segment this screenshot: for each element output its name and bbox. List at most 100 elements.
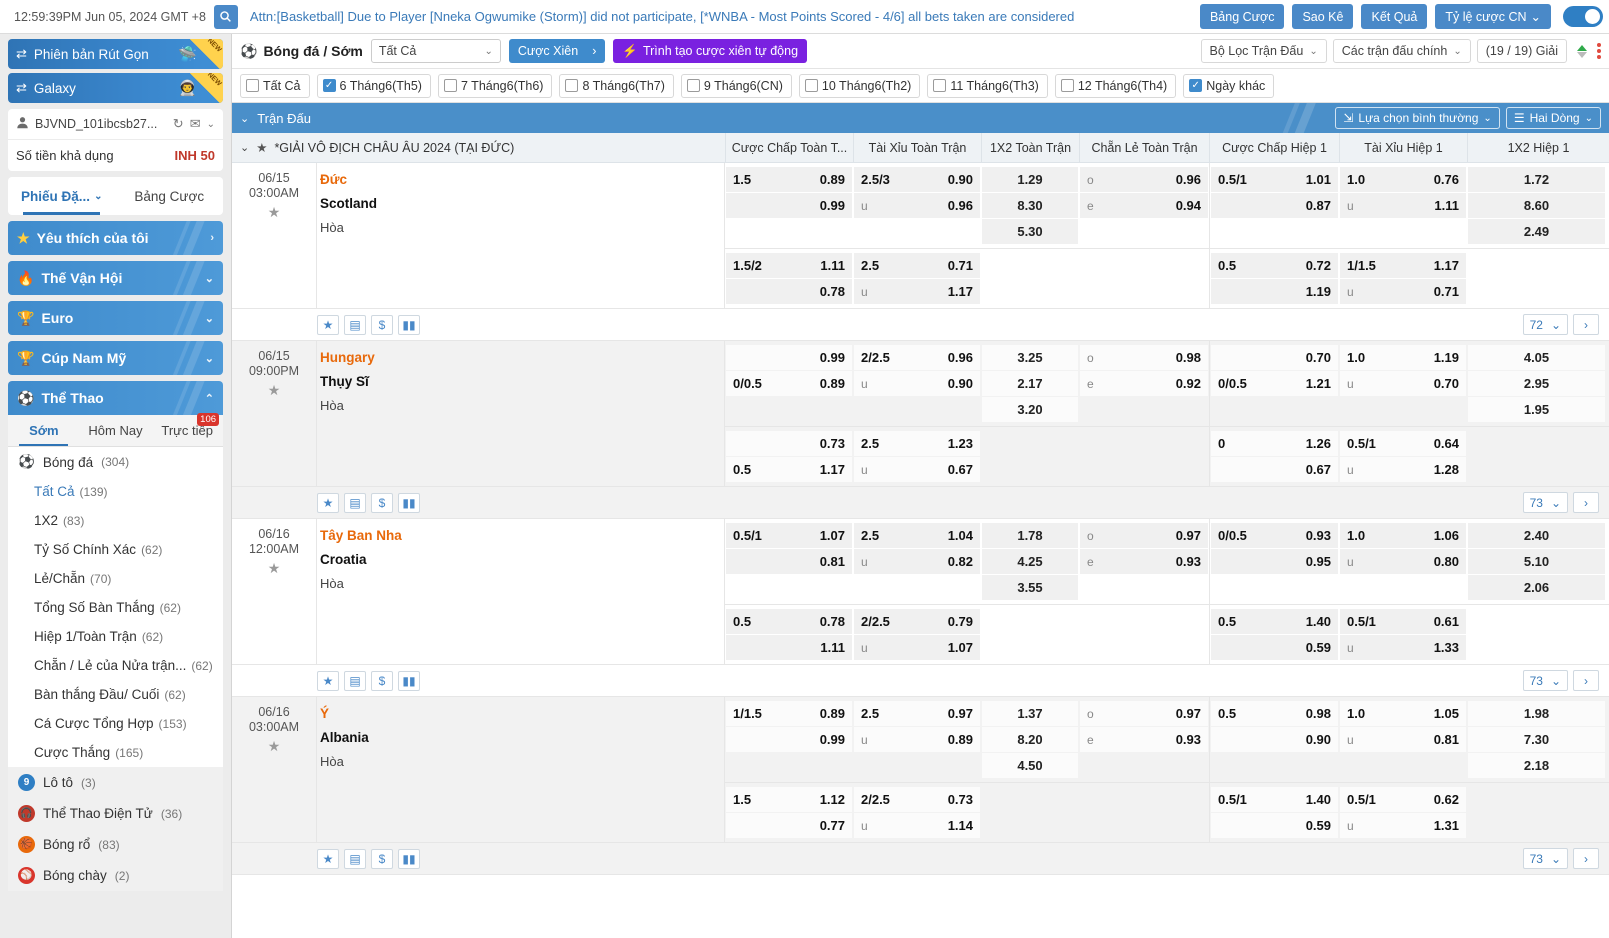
- onextwo-h1-cell[interactable]: 2.18: [1468, 753, 1605, 778]
- page-size-select[interactable]: 73 ⌄: [1522, 848, 1568, 869]
- mail-icon[interactable]: ✉: [190, 116, 201, 132]
- star-icon[interactable]: ★: [317, 670, 339, 691]
- sidebar-item-market-first-last-goal[interactable]: Bàn thắng Đầu/ Cuối (62): [8, 680, 223, 709]
- overunder-ft-cell[interactable]: 2.5 1.04: [854, 523, 980, 548]
- chevron-down-icon[interactable]: ⌄: [207, 119, 215, 130]
- sidebar-item-copa[interactable]: 🏆 Cúp Nam Mỹ ⌄: [8, 341, 223, 375]
- announcement-ticker[interactable]: Attn:[Basketball] Due to Player [Nneka O…: [246, 9, 1192, 24]
- tab-early[interactable]: Sớm: [8, 415, 80, 446]
- away-team[interactable]: Scotland: [320, 196, 724, 211]
- oddeven-ft-cell[interactable]: o 0.96: [1080, 167, 1208, 192]
- sidebar-item-football[interactable]: ⚽ Bóng đá (304): [8, 447, 223, 477]
- overunder-h1-cell[interactable]: 1.0 1.19: [1340, 345, 1466, 370]
- onextwo-h1-cell[interactable]: 2.49: [1468, 219, 1605, 244]
- star-icon[interactable]: ★: [268, 382, 281, 399]
- handicap-h1-alt-cell[interactable]: 0 1.26: [1211, 431, 1338, 456]
- onextwo-h1-cell[interactable]: 8.60: [1468, 193, 1605, 218]
- overunder-h1-alt-cell[interactable]: 0.5/1 0.61: [1340, 609, 1466, 634]
- overunder-h1-alt-cell[interactable]: 0.5/1 0.62: [1340, 787, 1466, 812]
- theme-toggle[interactable]: [1563, 6, 1603, 27]
- sidebar-item-market-outright[interactable]: Cược Thắng (165): [8, 738, 223, 767]
- promo-lite-version[interactable]: ⇄ Phiên bản Rút Gọn 🛸 NEW: [8, 39, 223, 69]
- handicap-h1-alt-cell[interactable]: 0.59: [1211, 635, 1338, 660]
- stack-icon[interactable]: ▤: [344, 670, 366, 691]
- draw-label[interactable]: Hòa: [320, 398, 724, 413]
- tab-today[interactable]: Hôm Nay: [80, 415, 152, 446]
- sidebar-item-market-all[interactable]: Tất Cả (139): [8, 477, 223, 506]
- handicap-ft-alt-cell[interactable]: 0.78: [726, 279, 852, 304]
- sidebar-item-market-odd-even[interactable]: Lẻ/Chẵn (70): [8, 564, 223, 593]
- star-icon[interactable]: ★: [317, 314, 339, 335]
- overunder-h1-alt-cell[interactable]: u 1.31: [1340, 813, 1466, 838]
- statement-button[interactable]: Sao Kê: [1292, 4, 1354, 29]
- handicap-ft-cell[interactable]: 0.5/1 1.07: [726, 523, 852, 548]
- handicap-h1-alt-cell[interactable]: 0.5 1.40: [1211, 609, 1338, 634]
- handicap-ft-alt-cell[interactable]: 1.11: [726, 635, 852, 660]
- home-team[interactable]: Đức: [320, 172, 724, 187]
- away-team[interactable]: Thụy Sĩ: [320, 374, 724, 389]
- bar-chart-icon[interactable]: ▮▮: [398, 670, 420, 691]
- overunder-ft-cell[interactable]: 2.5 0.97: [854, 701, 980, 726]
- oddeven-ft-cell[interactable]: e 0.94: [1080, 193, 1208, 218]
- handicap-h1-cell[interactable]: 0.87: [1211, 193, 1338, 218]
- home-team[interactable]: Tây Ban Nha: [320, 528, 724, 543]
- handicap-h1-cell[interactable]: 0.5/1 1.01: [1211, 167, 1338, 192]
- overunder-h1-cell[interactable]: u 0.81: [1340, 727, 1466, 752]
- date-chip-jun11[interactable]: 11 Tháng6(Th3): [927, 73, 1048, 98]
- oddeven-ft-cell[interactable]: o 0.98: [1080, 345, 1208, 370]
- checkbox[interactable]: [686, 79, 700, 92]
- main-matches-button[interactable]: Các trận đấu chính ⌄: [1332, 39, 1471, 63]
- date-chip-jun12[interactable]: 12 Tháng6(Th4): [1054, 73, 1177, 98]
- checkbox[interactable]: ✓: [322, 79, 336, 92]
- onextwo-ft-cell[interactable]: 5.30: [982, 219, 1078, 244]
- dollar-icon[interactable]: $: [371, 848, 393, 869]
- bar-chart-icon[interactable]: ▮▮: [398, 492, 420, 513]
- handicap-ft-cell[interactable]: 0.81: [726, 549, 852, 574]
- sidebar-item-lotto[interactable]: 9 Lô tô (3): [8, 767, 223, 798]
- onextwo-ft-cell[interactable]: 4.50: [982, 753, 1078, 778]
- overunder-h1-cell[interactable]: 1.0 1.05: [1340, 701, 1466, 726]
- tab-bet-list[interactable]: Bảng Cược: [116, 177, 224, 215]
- handicap-ft-alt-cell[interactable]: 0.77: [726, 813, 852, 838]
- checkbox[interactable]: [1060, 79, 1074, 92]
- overunder-h1-alt-cell[interactable]: u 1.33: [1340, 635, 1466, 660]
- overunder-ft-cell[interactable]: u 0.82: [854, 549, 980, 574]
- bar-chart-icon[interactable]: ▮▮: [398, 314, 420, 335]
- handicap-ft-cell[interactable]: 0.99: [726, 345, 852, 370]
- star-icon[interactable]: ★: [256, 140, 267, 155]
- sidebar-item-olympics[interactable]: 🔥 Thế Vận Hội ⌄: [8, 261, 223, 295]
- home-team[interactable]: Ý: [320, 706, 724, 721]
- overunder-ft-cell[interactable]: u 0.90: [854, 371, 980, 396]
- page-size-select[interactable]: 73 ⌄: [1522, 492, 1568, 513]
- handicap-h1-alt-cell[interactable]: 0.5 0.72: [1211, 253, 1338, 278]
- overunder-h1-cell[interactable]: u 0.70: [1340, 371, 1466, 396]
- handicap-ft-cell[interactable]: 0.99: [726, 193, 852, 218]
- collapse-icon[interactable]: ⌄: [240, 112, 249, 125]
- oddeven-ft-cell[interactable]: e 0.93: [1080, 727, 1208, 752]
- handicap-h1-alt-cell[interactable]: 0.5/1 1.40: [1211, 787, 1338, 812]
- date-chip-jun9[interactable]: 9 Tháng6(CN): [680, 73, 792, 98]
- overunder-h1-cell[interactable]: u 1.11: [1340, 193, 1466, 218]
- page-size-select[interactable]: 72 ⌄: [1522, 314, 1568, 335]
- handicap-h1-alt-cell[interactable]: 1.19: [1211, 279, 1338, 304]
- overunder-h1-alt-cell[interactable]: 0.5/1 0.64: [1340, 431, 1466, 456]
- overunder-h1-alt-cell[interactable]: u 1.28: [1340, 457, 1466, 482]
- overunder-ft-alt-cell[interactable]: u 1.14: [854, 813, 980, 838]
- checkbox[interactable]: [565, 79, 579, 92]
- overunder-h1-alt-cell[interactable]: u 0.71: [1340, 279, 1466, 304]
- parlay-button[interactable]: Cược Xiên ›: [508, 39, 606, 63]
- away-team[interactable]: Croatia: [320, 552, 724, 567]
- matches-scroll-area[interactable]: ⌄ ★ *GIẢI VÔ ĐỊCH CHÂU ÂU 2024 (TẠI ĐỨC)…: [232, 133, 1609, 938]
- overunder-ft-alt-cell[interactable]: u 1.17: [854, 279, 980, 304]
- date-chip-jun7[interactable]: 7 Tháng6(Th6): [437, 73, 553, 98]
- bet-list-button[interactable]: Bảng Cược: [1199, 4, 1285, 29]
- onextwo-h1-cell[interactable]: 5.10: [1468, 549, 1605, 574]
- date-chip-all[interactable]: Tất Cả: [240, 73, 310, 98]
- overunder-h1-alt-cell[interactable]: 1/1.5 1.17: [1340, 253, 1466, 278]
- sidebar-item-euro[interactable]: 🏆 Euro ⌄: [8, 301, 223, 335]
- next-page-button[interactable]: ›: [1573, 492, 1599, 513]
- onextwo-ft-cell[interactable]: 1.29: [982, 167, 1078, 192]
- overunder-h1-cell[interactable]: 1.0 0.76: [1340, 167, 1466, 192]
- sidebar-item-baseball[interactable]: ⚾ Bóng chày (2): [8, 860, 223, 891]
- tab-bet-slip[interactable]: Phiếu Đặ... ⌄: [8, 177, 116, 215]
